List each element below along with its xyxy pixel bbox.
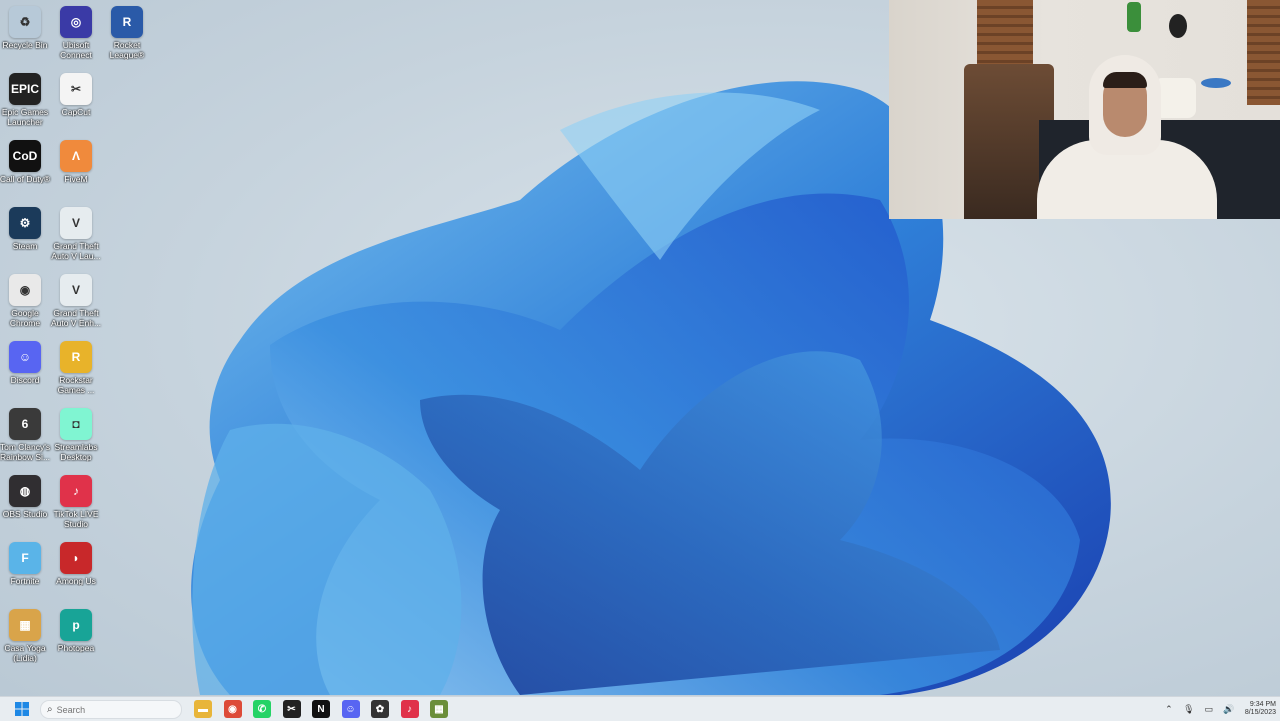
- rocket-league-icon: R: [111, 6, 143, 38]
- desktop-icon[interactable]: V Grand Theft Auto V Lau...: [49, 203, 103, 269]
- desktop-icon-label: Casa Yoga (Lidia): [4, 643, 46, 663]
- desktop-icon[interactable]: CoD Call of Duty®: [0, 136, 52, 202]
- desktop-icon-label: Recycle Bin: [2, 40, 48, 50]
- desktop-icon[interactable]: ⚙ Steam: [0, 203, 52, 269]
- windows-start-icon[interactable]: [13, 700, 31, 718]
- chevron-up-icon[interactable]: ⌃: [1163, 703, 1175, 715]
- desktop-icon[interactable]: ▦ Casa Yoga (Lidia): [0, 605, 52, 671]
- gta-v-enhanced-icon: V: [60, 274, 92, 306]
- desktop-icon-label: TikTok LIVE Studio: [53, 509, 99, 529]
- minecraft-icon[interactable]: ▦: [430, 700, 448, 718]
- folder-image-icon: ▦: [9, 609, 41, 641]
- fivem-icon: Λ: [60, 140, 92, 172]
- desktop-icon-label: OBS Studio: [2, 509, 48, 519]
- desktop-icon[interactable]: F Fortnite: [0, 538, 52, 604]
- obs-icon: ◍: [9, 475, 41, 507]
- desktop-icon[interactable]: ◉ Google Chrome: [0, 270, 52, 336]
- rockstar-icon: R: [60, 341, 92, 373]
- microphone-icon[interactable]: 🎙: [1183, 703, 1195, 715]
- rainbow-six-icon: 6: [9, 408, 41, 440]
- desktop-icon-label: Epic Games Launcher: [1, 107, 49, 127]
- desktop-icon[interactable]: ◗ Among Us: [49, 538, 103, 604]
- desktop-icon-label: Ubisoft Connect: [60, 40, 92, 60]
- chrome-icon: ◉: [9, 274, 41, 306]
- photopea-icon: p: [60, 609, 92, 641]
- recycle-bin-icon: ♻: [9, 6, 41, 38]
- gta-v-icon: V: [60, 207, 92, 239]
- desktop-icon[interactable]: ✂ CapCut: [49, 69, 103, 135]
- steam-icon: ⚙: [9, 207, 41, 239]
- desktop-icon[interactable]: ◍ OBS Studio: [0, 471, 52, 537]
- desktop-icon[interactable]: ☺ Discord: [0, 337, 52, 403]
- search-input[interactable]: [56, 704, 167, 715]
- desktop-icon-label: Streamlabs Desktop: [54, 442, 98, 462]
- desktop-icon-label: Google Chrome: [9, 308, 41, 328]
- desktop-icon-label: FiveM: [64, 174, 88, 184]
- desktop-icon[interactable]: ♻ Recycle Bin: [0, 2, 52, 68]
- desktop-icon[interactable]: V Grand Theft Auto V Enh...: [49, 270, 103, 336]
- capcut-icon[interactable]: ✂: [282, 700, 301, 718]
- desktop-icon-label: Discord: [10, 375, 40, 385]
- davinci-icon[interactable]: ✿: [371, 700, 389, 718]
- desktop-icon-label: Among Us: [56, 576, 96, 586]
- fortnite-icon: F: [9, 542, 41, 574]
- clock[interactable]: 9:34 PM 8/15/2023: [1245, 701, 1276, 717]
- webcam-overlay: [889, 0, 1280, 219]
- chrome-icon[interactable]: ◉: [223, 700, 242, 718]
- desktop-icon-label: Fortnite: [10, 576, 40, 586]
- network-icon[interactable]: ▭: [1203, 703, 1215, 715]
- ubisoft-icon: ◎: [60, 6, 92, 38]
- desktop-icon[interactable]: EPIC Epic Games Launcher: [0, 69, 52, 135]
- desktop-icon[interactable]: ◘ Streamlabs Desktop: [49, 404, 103, 470]
- desktop-icon-label: Steam: [12, 241, 38, 251]
- system-tray: ⌃ 🎙 ▭ 🔊 9:34 PM 8/15/2023: [1159, 697, 1276, 721]
- capcut-icon: ✂: [60, 73, 92, 105]
- desktop-icon-label: Rockstar Games ...: [57, 375, 95, 395]
- desktop-icon[interactable]: Λ FiveM: [49, 136, 103, 202]
- desktop-icon[interactable]: p Photopea: [49, 605, 103, 671]
- desktop-icon[interactable]: R Rocket League®: [100, 2, 154, 68]
- epic-games-icon: EPIC: [9, 73, 41, 105]
- desktop-icon[interactable]: 6 Tom Clancy's Rainbow Si...: [0, 404, 52, 470]
- tiktok-icon[interactable]: ♪: [400, 700, 419, 718]
- search-icon: ⌕: [47, 704, 53, 715]
- whatsapp-icon[interactable]: ✆: [253, 700, 271, 718]
- folder-icon[interactable]: ▬: [194, 700, 212, 718]
- call-of-duty-icon: CoD: [9, 140, 41, 172]
- desktop-icons: ♻ Recycle Bin ◎ Ubisoft Connect R Rocket Leag…: [0, 0, 144, 690]
- tiktok-live-icon: ♪: [60, 475, 92, 507]
- clock-time: 9:34 PM: [1249, 701, 1276, 708]
- taskbar-search[interactable]: ⌕: [40, 700, 182, 719]
- desktop-icon-label: CapCut: [61, 107, 91, 117]
- volume-icon[interactable]: 🔊: [1223, 703, 1235, 715]
- discord-icon[interactable]: ☺: [341, 700, 360, 718]
- desktop-icon-label: Grand Theft Auto V Lau...: [51, 241, 101, 261]
- streamlabs-icon: ◘: [60, 408, 92, 440]
- clock-date: 8/15/2023: [1244, 709, 1276, 716]
- desktop-icon[interactable]: ◎ Ubisoft Connect: [49, 2, 103, 68]
- desktop-icon-label: Call of Duty®: [0, 174, 51, 184]
- netflix-icon[interactable]: N: [312, 700, 330, 718]
- among-us-icon: ◗: [60, 542, 92, 574]
- desktop-icon[interactable]: ♪ TikTok LIVE Studio: [49, 471, 103, 537]
- desktop-icon-label: Rocket League®: [109, 40, 145, 60]
- desktop-icon[interactable]: R Rockstar Games ...: [49, 337, 103, 403]
- desktop-icon-label: Photopea: [57, 643, 95, 653]
- desktop-icon-label: Tom Clancy's Rainbow Si...: [0, 442, 51, 462]
- taskbar: ⌕ ▬ ◉ ✆ ✂ N ☺ ✿ ♪ ▦ ⌃ 🎙 ▭ 🔊 9:34 PM 8/15/2023: [0, 696, 1280, 721]
- desktop-icon-label: Grand Theft Auto V Enh...: [50, 308, 102, 328]
- discord-icon: ☺: [9, 341, 41, 373]
